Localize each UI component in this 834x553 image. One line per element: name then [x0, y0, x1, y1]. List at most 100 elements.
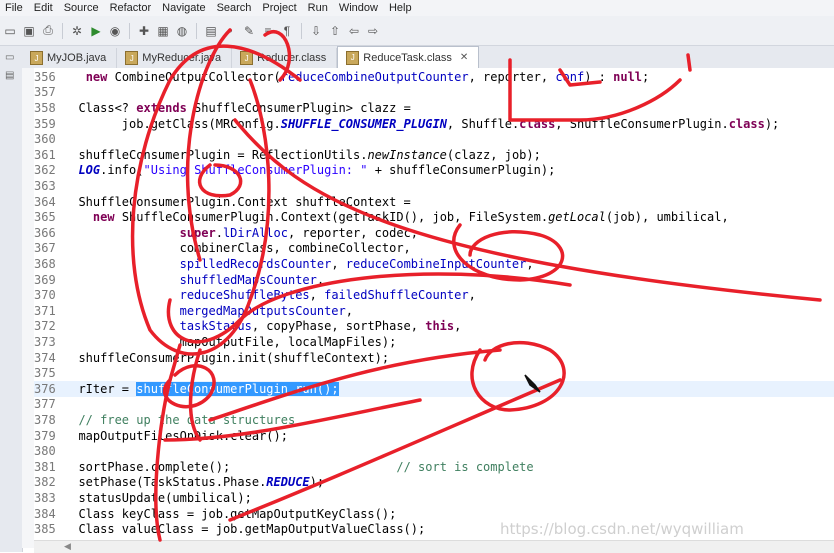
editor-tab-label: Reducer.class: [257, 52, 327, 64]
toolbar-separator: [301, 22, 302, 39]
code-text: taskStatus, copyPhase, sortPhase, this,: [179, 319, 462, 334]
menu-item-help[interactable]: Help: [384, 2, 418, 14]
code-line[interactable]: 362 LOG.info("Using ShuffleConsumerPlugi…: [34, 163, 834, 179]
menu-item-run[interactable]: Run: [303, 2, 334, 14]
code-line[interactable]: 360: [34, 131, 834, 147]
prev-annotation-icon[interactable]: ⇧: [327, 23, 343, 39]
toolbar-separator: [62, 22, 63, 39]
class-file-icon: J: [240, 51, 254, 65]
line-number: 358: [34, 100, 56, 115]
line-number: 359: [34, 116, 56, 131]
line-number: 368: [34, 256, 56, 271]
line-number: 376: [34, 381, 56, 396]
editor-ruler: [22, 68, 34, 548]
editor-tab[interactable]: J MyReducer.java: [117, 48, 233, 68]
code-line[interactable]: 368 spilledRecordsCounter, reduceCombine…: [34, 256, 834, 272]
line-number: 366: [34, 225, 56, 240]
menu-item-window[interactable]: Window: [334, 2, 384, 14]
code-text: rIter = shuffleConsumerPlugin.run();: [64, 381, 339, 396]
code-text: super.lDirAlloc, reporter, codec,: [179, 225, 419, 240]
open-type-icon[interactable]: ▤: [203, 23, 219, 39]
code-line[interactable]: 370 reduceShuffleBytes, failedShuffleCou…: [34, 287, 834, 303]
search-icon[interactable]: ⌕: [222, 23, 238, 39]
code-line[interactable]: 369 shuffledMapsCounter,: [34, 272, 834, 288]
code-text: spilledRecordsCounter, reduceCombineInpu…: [179, 256, 534, 271]
code-line[interactable]: 382 setPhase(TaskStatus.Phase.REDUCE);: [34, 475, 834, 491]
code-text: mapOutputFilesOnDisk.clear();: [64, 428, 288, 443]
code-line[interactable]: 381 sortPhase.complete(); // sort is com…: [34, 459, 834, 475]
code-line[interactable]: 356 new CombineOutputCollector(reduceCom…: [34, 69, 834, 85]
minimize-icon[interactable]: ▭: [5, 52, 17, 64]
new-java-project-icon[interactable]: ✚: [136, 23, 152, 39]
code-line[interactable]: 364 ShuffleConsumerPlugin.Context shuffl…: [34, 194, 834, 210]
editor-tab[interactable]: J Reducer.class: [232, 48, 338, 68]
forward-icon[interactable]: ⇨: [365, 23, 381, 39]
class-file-icon: J: [346, 50, 360, 65]
line-number: 365: [34, 210, 56, 225]
print-icon[interactable]: ⎙: [40, 23, 56, 39]
code-text: mapOutputFile, localMapFiles);: [64, 334, 397, 349]
code-text: setPhase(TaskStatus.Phase.REDUCE);: [64, 475, 325, 490]
new-icon[interactable]: ▭: [2, 23, 18, 39]
menu-item-refactor[interactable]: Refactor: [105, 2, 158, 14]
back-icon[interactable]: ⇦: [346, 23, 362, 39]
scroll-left-icon[interactable]: ◀: [64, 541, 71, 552]
toolbar: ▭ ▣ ⎙ ✲ ▶ ◉ ✚ ▦ ◍ ▤ ⌕ ✎ ≡ ¶ ⇩ ⇧ ⇦ ⇨: [0, 16, 834, 46]
code-text: Class keyClass = job.getMapOutputKeyClas…: [64, 506, 397, 521]
new-package-icon[interactable]: ▦: [155, 23, 171, 39]
menu-item-source[interactable]: Source: [59, 2, 105, 14]
run-external-icon[interactable]: ◉: [107, 23, 123, 39]
code-line[interactable]: 365 new ShuffleConsumerPlugin.Context(ge…: [34, 209, 834, 225]
code-editor[interactable]: 356 new CombineOutputCollector(reduceCom…: [34, 68, 834, 540]
code-line[interactable]: 372 taskStatus, copyPhase, sortPhase, th…: [34, 319, 834, 335]
code-line[interactable]: 374 shuffleConsumerPlugin.init(shuffleCo…: [34, 350, 834, 366]
left-side-strip: ▭ ▤: [0, 46, 23, 552]
code-line[interactable]: 383 statusUpdate(umbilical);: [34, 490, 834, 506]
editor-tab-label: ReduceTask.class: [363, 51, 452, 64]
code-text: shuffledMapsCounter,: [179, 272, 325, 287]
next-annotation-icon[interactable]: ⇩: [308, 23, 324, 39]
code-text: shuffleConsumerPlugin = ReflectionUtils.…: [64, 147, 541, 162]
line-number: 364: [34, 194, 56, 209]
show-whitespace-icon[interactable]: ¶: [279, 23, 295, 39]
editor-tab[interactable]: J MyJOB.java: [22, 48, 118, 68]
line-number: 374: [34, 350, 56, 365]
code-text: Class valueClass = job.getMapOutputValue…: [64, 522, 426, 537]
menu-item-project[interactable]: Project: [257, 2, 302, 14]
code-line[interactable]: 377: [34, 397, 834, 413]
code-text: ShuffleConsumerPlugin.Context shuffleCon…: [64, 194, 411, 209]
code-line[interactable]: 375: [34, 365, 834, 381]
code-line[interactable]: 371 mergedMapOutputsCounter,: [34, 303, 834, 319]
line-number: 357: [34, 85, 56, 100]
code-line[interactable]: 367 combinerClass, combineCollector,: [34, 241, 834, 257]
package-explorer-icon[interactable]: ▤: [5, 70, 17, 82]
close-icon[interactable]: ✕: [460, 52, 468, 63]
editor-tab[interactable]: J ReduceTask.class ✕: [337, 46, 480, 68]
code-line[interactable]: 366 super.lDirAlloc, reporter, codec,: [34, 225, 834, 241]
code-line[interactable]: 357: [34, 85, 834, 101]
code-line[interactable]: 378 // free up the data structures: [34, 412, 834, 428]
code-text: new CombineOutputCollector(reduceCombine…: [85, 69, 650, 84]
annotation-icon[interactable]: ≡: [260, 23, 276, 39]
code-text: Class<? extends ShuffleConsumerPlugin> c…: [64, 100, 411, 115]
new-class-icon[interactable]: ◍: [174, 23, 190, 39]
code-line[interactable]: 361 shuffleConsumerPlugin = ReflectionUt…: [34, 147, 834, 163]
horizontal-scrollbar[interactable]: ◀: [34, 540, 834, 553]
run-icon[interactable]: ▶: [88, 23, 104, 39]
debug-icon[interactable]: ✲: [69, 23, 85, 39]
code-line[interactable]: 373 mapOutputFile, localMapFiles);: [34, 334, 834, 350]
line-number: 381: [34, 459, 56, 474]
toggle-mark-icon[interactable]: ✎: [241, 23, 257, 39]
save-icon[interactable]: ▣: [21, 23, 37, 39]
code-line[interactable]: 359 job.getClass(MRConfig.SHUFFLE_CONSUM…: [34, 116, 834, 132]
menu-item-file[interactable]: File: [0, 2, 29, 14]
line-number: 383: [34, 490, 56, 505]
code-line[interactable]: 358 Class<? extends ShuffleConsumerPlugi…: [34, 100, 834, 116]
code-line[interactable]: 380: [34, 443, 834, 459]
menu-item-search[interactable]: Search: [212, 2, 258, 14]
menu-item-edit[interactable]: Edit: [29, 2, 59, 14]
code-line[interactable]: 379 mapOutputFilesOnDisk.clear();: [34, 428, 834, 444]
code-line[interactable]: 376 rIter = shuffleConsumerPlugin.run();: [34, 381, 834, 397]
menu-item-navigate[interactable]: Navigate: [157, 2, 211, 14]
code-line[interactable]: 363: [34, 178, 834, 194]
